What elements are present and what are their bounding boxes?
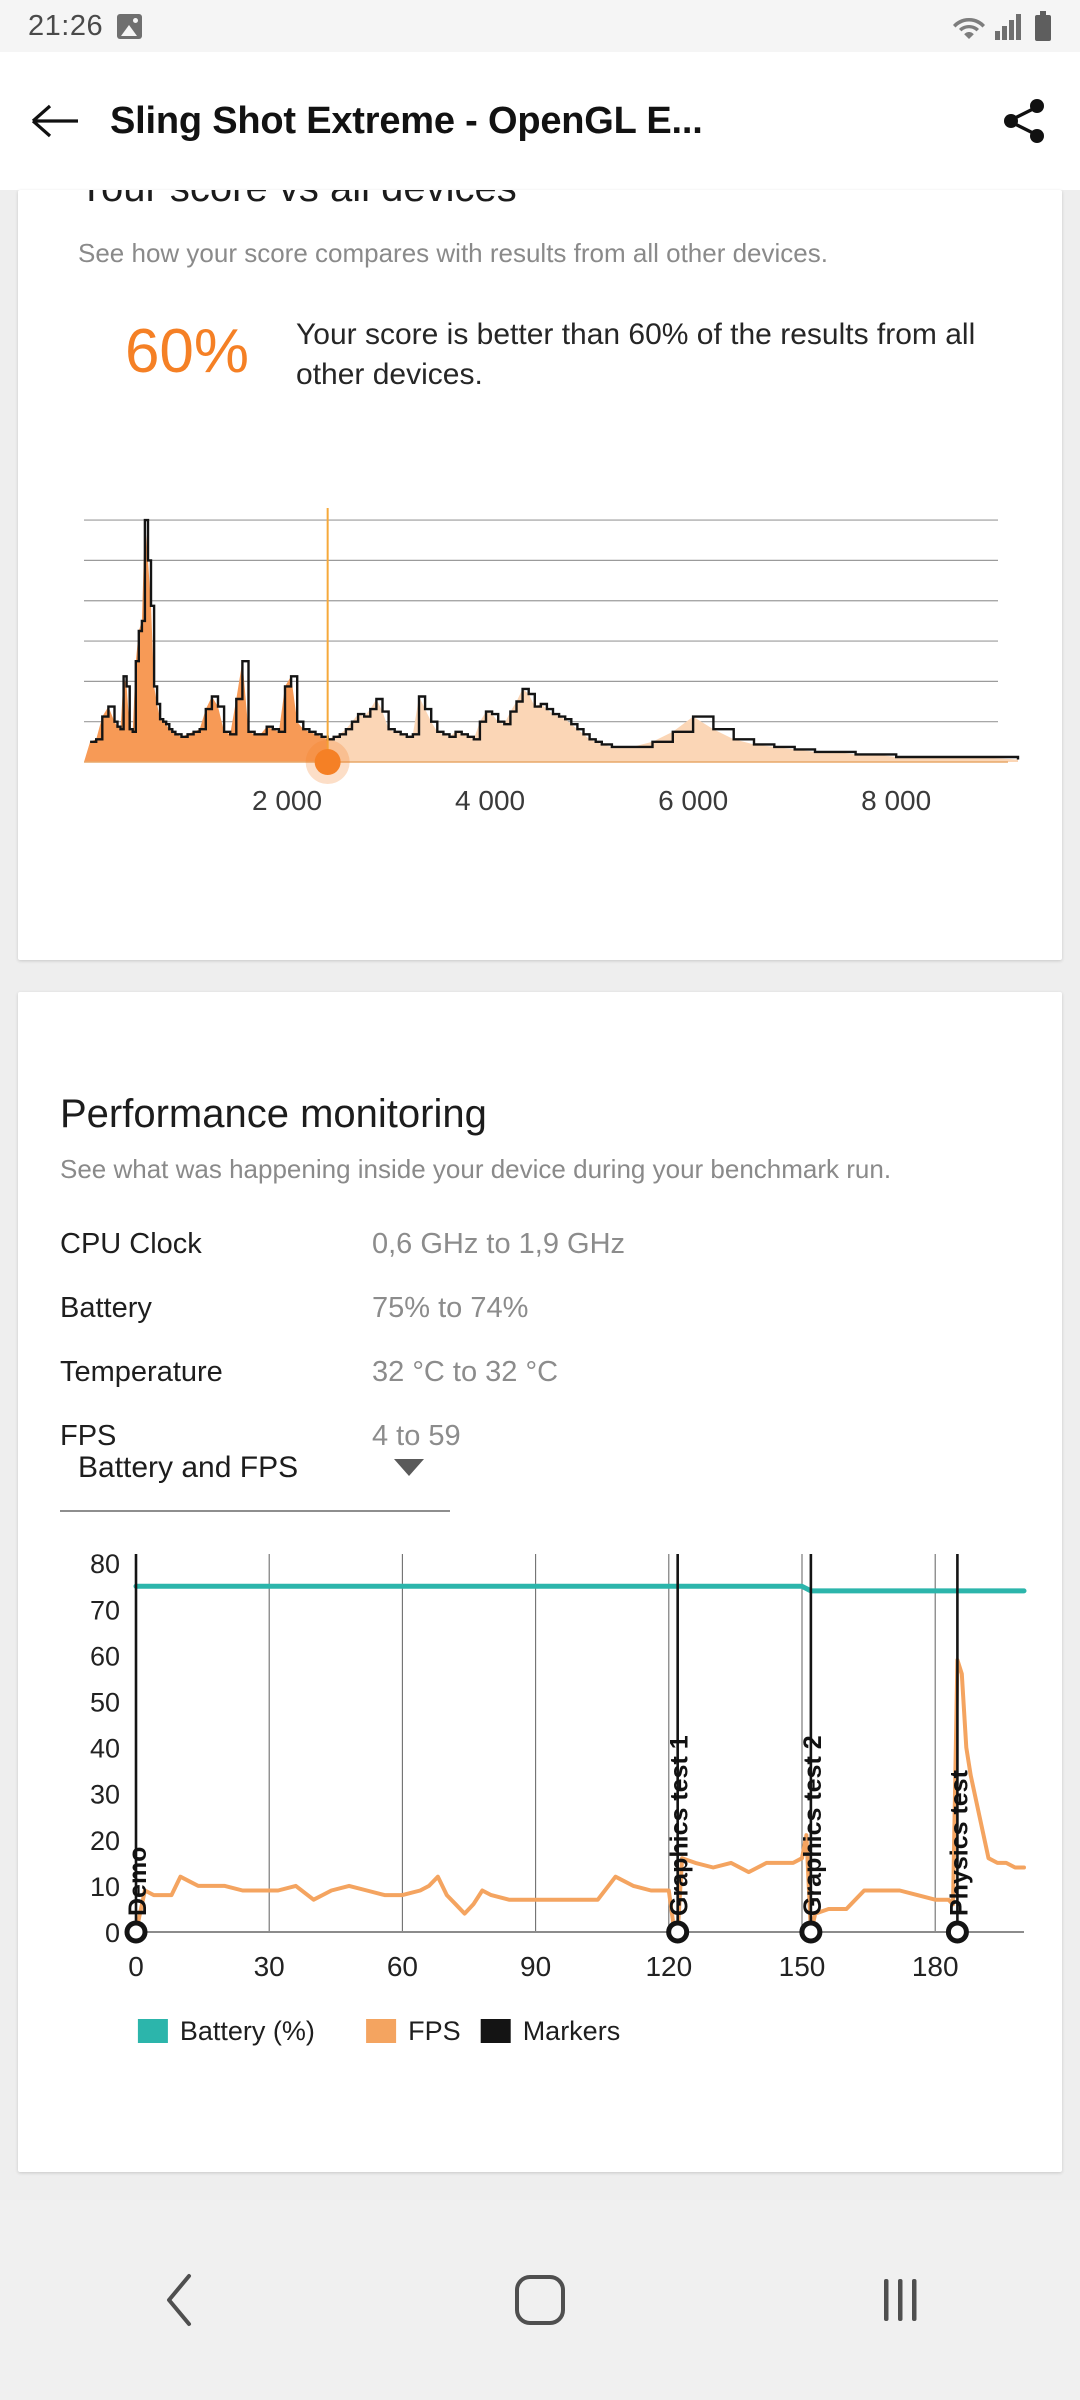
metric-value: 75% to 74% (372, 1291, 529, 1324)
svg-text:Demo: Demo (124, 1847, 152, 1916)
chart-type-dropdown-value: Battery and FPS (78, 1451, 299, 1484)
metric-label: Temperature (60, 1355, 223, 1388)
status-bar-left: 21:26 (28, 9, 143, 43)
metric-value: 0,6 GHz to 1,9 GHz (372, 1227, 626, 1260)
percentile-value: 60% (124, 317, 250, 386)
performance-monitoring-card: Performance monitoring See what was happ… (18, 992, 1062, 2172)
score-distribution-card: Your score vs all devices See how your s… (18, 190, 1062, 960)
svg-text:150: 150 (779, 1951, 826, 1982)
nav-home-icon (515, 2275, 565, 2325)
svg-text:80: 80 (90, 1549, 120, 1579)
screen: 21:26 Sling Shot Extreme - OpenGL E... S… (0, 0, 1080, 2400)
svg-text:120: 120 (645, 1951, 692, 1982)
score-card-subtitle: See how your score compares with results… (78, 238, 828, 268)
svg-text:FPS: FPS (408, 2016, 461, 2046)
status-bar-right (952, 11, 1052, 41)
share-button[interactable] (970, 97, 1080, 145)
svg-text:0: 0 (128, 1951, 144, 1982)
nav-recents-button[interactable] (800, 2276, 1000, 2324)
svg-text:50: 50 (90, 1688, 120, 1718)
svg-text:20: 20 (90, 1826, 120, 1856)
svg-text:8 000: 8 000 (861, 785, 931, 816)
svg-text:180: 180 (912, 1951, 959, 1982)
svg-text:60: 60 (387, 1951, 418, 1982)
system-navigation-bar (0, 2200, 1080, 2400)
nav-back-icon (167, 2274, 191, 2326)
chart-type-dropdown[interactable]: Battery and FPS (60, 1426, 450, 1512)
svg-text:6 000: 6 000 (658, 785, 728, 816)
nav-back-button[interactable] (80, 2273, 280, 2327)
svg-text:30: 30 (254, 1951, 285, 1982)
performance-card-subtitle: See what was happening inside your devic… (60, 1154, 892, 1184)
battery-icon (1034, 11, 1052, 41)
metric-row: Temperature 32 °C to 32 °C (60, 1350, 1020, 1394)
svg-text:2 000: 2 000 (252, 785, 322, 816)
scroll-content[interactable]: Your score vs all devices See how your s… (0, 190, 1080, 2200)
status-time: 21:26 (28, 9, 104, 42)
wifi-icon (952, 12, 986, 40)
svg-text:10: 10 (90, 1872, 120, 1902)
nav-home-button[interactable] (440, 2274, 640, 2326)
percentile-description: Your score is better than 60% of the res… (296, 318, 976, 391)
nav-recents-icon (884, 2279, 917, 2321)
page-title: Sling Shot Extreme - OpenGL E... (110, 99, 703, 142)
score-card-title: Your score vs all devices (78, 190, 517, 211)
share-icon (1004, 99, 1044, 143)
score-distribution-chart: 2 000 4 000 6 000 8 000 (18, 500, 1062, 850)
metric-row: CPU Clock 0,6 GHz to 1,9 GHz (60, 1222, 1020, 1266)
metric-value: 32 °C to 32 °C (372, 1355, 559, 1388)
svg-text:Graphics test 1: Graphics test 1 (666, 1735, 694, 1916)
percentile-row: 60% Your score is better than 60% of the… (78, 305, 1002, 394)
signal-icon (995, 12, 1025, 40)
svg-text:70: 70 (90, 1595, 120, 1625)
svg-text:40: 40 (90, 1734, 120, 1764)
svg-text:Battery (%): Battery (%) (180, 2016, 315, 2046)
metric-label: CPU Clock (60, 1227, 202, 1260)
back-button[interactable] (0, 102, 110, 140)
metric-label: Battery (60, 1291, 152, 1324)
arrow-left-icon (31, 104, 78, 138)
battery-fps-chart: 0 10 20 30 40 50 60 70 80 Demo Graphics test 1 Grap… (18, 1532, 1062, 2152)
performance-card-title: Performance monitoring (60, 1092, 487, 1136)
chevron-down-icon (394, 1459, 424, 1477)
svg-text:Physics test: Physics test (945, 1769, 973, 1916)
svg-text:Graphics test 2: Graphics test 2 (799, 1735, 827, 1916)
svg-text:90: 90 (520, 1951, 551, 1982)
metric-row: Battery 75% to 74% (60, 1286, 1020, 1330)
svg-text:30: 30 (90, 1780, 120, 1810)
photo-icon (117, 13, 143, 39)
svg-text:4 000: 4 000 (455, 785, 525, 816)
svg-text:0: 0 (105, 1918, 120, 1948)
svg-text:60: 60 (90, 1641, 120, 1671)
status-bar: 21:26 (0, 0, 1080, 52)
svg-text:Markers: Markers (523, 2016, 621, 2046)
app-bar: Sling Shot Extreme - OpenGL E... (0, 52, 1080, 190)
